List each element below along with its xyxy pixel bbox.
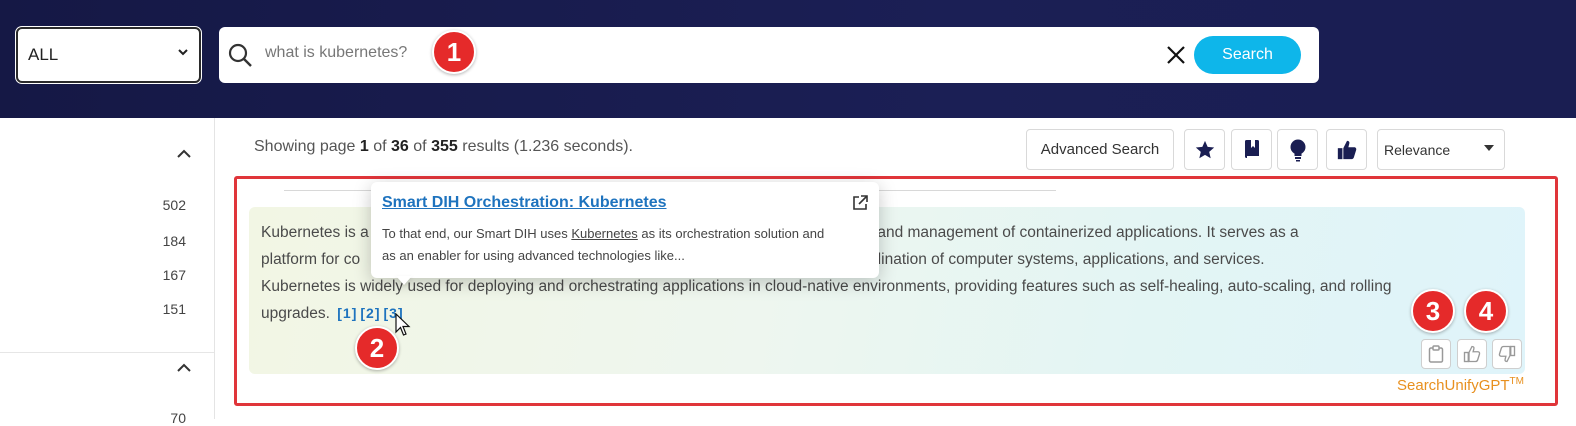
results-prefix: Showing page <box>254 138 356 155</box>
results-suffix: results (1.236 seconds). <box>462 138 633 155</box>
facet-sidebar: 502 184 167 151 70 <box>0 118 215 426</box>
brand-label: SearchUnifyGPTTM <box>1397 376 1524 394</box>
suggestions-button[interactable] <box>1277 129 1318 170</box>
favorites-button[interactable] <box>1184 129 1225 170</box>
thumbs-up-filter-button[interactable] <box>1326 129 1367 170</box>
citation-link-2[interactable]: [2] <box>360 305 380 321</box>
chevron-up-icon[interactable] <box>176 360 192 376</box>
copy-button[interactable] <box>1421 339 1451 369</box>
snippet-highlight: Kubernetes <box>571 226 638 241</box>
results-of: of <box>373 138 387 155</box>
results-summary: Showing page 1 of 36 of 355 results (1.2… <box>254 138 633 156</box>
citation-preview-popup: Smart DIH Orchestration: Kubernetes To t… <box>371 182 879 278</box>
citation-link-1[interactable]: [1] <box>337 305 357 321</box>
current-page: 1 <box>359 138 369 155</box>
clipboard-icon <box>1428 345 1444 363</box>
popup-pointer <box>396 276 412 285</box>
facet-count: 502 <box>162 197 186 213</box>
popup-snippet: To that end, our Smart DIH uses Kubernet… <box>382 223 832 267</box>
thumbs-up-icon <box>1337 140 1356 159</box>
trademark: TM <box>1509 376 1524 387</box>
answer-line: platform for co <box>261 251 361 268</box>
like-button[interactable] <box>1457 339 1487 369</box>
total-pages: 36 <box>391 138 409 155</box>
external-link-icon[interactable] <box>851 194 869 212</box>
lightbulb-icon <box>1290 139 1305 161</box>
annotation-badge-3: 3 <box>1411 289 1455 333</box>
chevron-up-icon[interactable] <box>176 146 192 162</box>
popup-title-link[interactable]: Smart DIH Orchestration: Kubernetes <box>382 194 667 212</box>
header-bar: ALL what is kubernetes? Search 1 <box>0 0 1576 118</box>
dislike-button[interactable] <box>1492 339 1522 369</box>
scope-select-value: ALL <box>28 45 59 64</box>
facet-count: 184 <box>162 233 186 249</box>
facet-count: 70 <box>170 410 186 426</box>
saved-results-button[interactable] <box>1231 129 1272 170</box>
facet-divider <box>0 352 214 353</box>
thumbs-up-icon <box>1463 345 1481 363</box>
total-results: 355 <box>431 138 458 155</box>
scope-select[interactable]: ALL <box>16 27 201 83</box>
answer-line: upgrades. <box>261 305 330 322</box>
search-icon <box>228 43 252 67</box>
annotation-badge-2: 2 <box>355 326 399 370</box>
search-button[interactable]: Search <box>1194 36 1301 74</box>
facet-count: 167 <box>162 267 186 283</box>
answer-line: Kubernetes is a <box>261 224 369 241</box>
sort-select-value: Relevance <box>1384 141 1451 158</box>
sort-select[interactable]: Relevance <box>1377 129 1505 170</box>
annotation-badge-1: 1 <box>432 30 476 74</box>
star-icon <box>1195 140 1214 158</box>
close-icon[interactable] <box>1165 44 1187 66</box>
bookmark-book-icon <box>1244 139 1259 159</box>
annotation-badge-4: 4 <box>1464 289 1508 333</box>
search-bar: what is kubernetes? Search <box>219 27 1319 83</box>
chevron-down-icon <box>178 49 188 56</box>
thumbs-down-icon <box>1498 345 1516 363</box>
snippet-text: To that end, our Smart DIH uses <box>382 226 572 241</box>
results-of: of <box>413 138 427 155</box>
advanced-search-button[interactable]: Advanced Search <box>1026 129 1174 170</box>
brand-name: SearchUnifyGPT <box>1397 377 1510 394</box>
mouse-cursor-icon <box>395 313 411 336</box>
facet-count: 151 <box>162 301 186 317</box>
search-input[interactable]: what is kubernetes? <box>265 44 407 62</box>
caret-down-icon <box>1484 145 1494 151</box>
